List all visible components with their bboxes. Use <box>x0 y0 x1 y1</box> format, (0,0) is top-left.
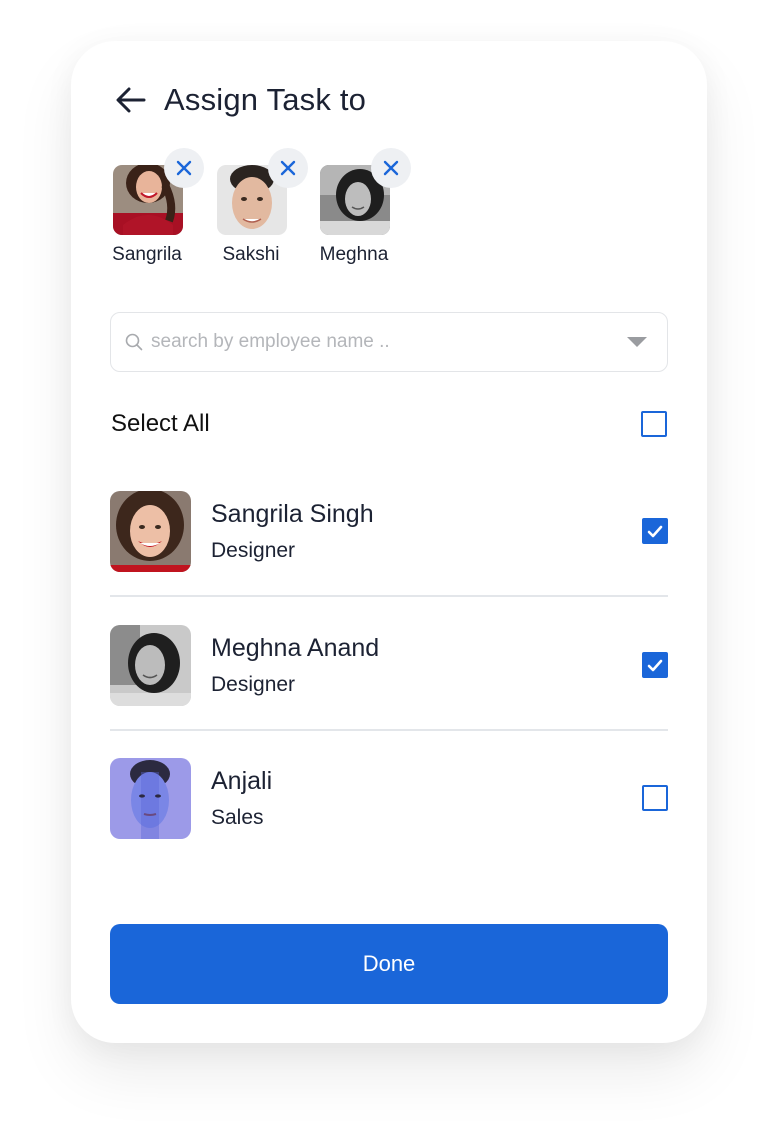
checkmark-icon <box>647 659 663 671</box>
employee-name: Meghna Anand <box>211 633 380 662</box>
chip-name: Meghna <box>319 244 389 265</box>
employee-avatar <box>110 490 191 572</box>
employee-role: Designer <box>211 672 296 696</box>
close-icon <box>176 160 192 176</box>
employee-role: Sales <box>211 805 264 829</box>
divider <box>110 595 668 597</box>
divider <box>110 729 668 731</box>
employee-avatar <box>110 757 191 839</box>
back-button[interactable] <box>114 83 148 117</box>
caret-down-icon[interactable] <box>627 337 647 347</box>
employee-name: Sangrila Singh <box>211 499 374 528</box>
employee-checkbox[interactable] <box>642 518 668 544</box>
remove-chip-button[interactable] <box>268 148 308 188</box>
employee-row[interactable]: Sangrila Singh Designer <box>110 490 668 572</box>
close-icon <box>383 160 399 176</box>
header: Assign Task to <box>114 80 366 120</box>
remove-chip-button[interactable] <box>371 148 411 188</box>
employee-row[interactable]: Meghna Anand Designer <box>110 624 668 706</box>
chip-name: Sakshi <box>222 244 280 265</box>
employee-search-field[interactable] <box>110 312 668 372</box>
select-all-label: Select All <box>111 410 210 437</box>
checkmark-icon <box>647 525 663 537</box>
select-all-checkbox[interactable] <box>641 411 667 437</box>
employee-role: Designer <box>211 538 296 562</box>
done-button[interactable]: Done <box>110 924 668 1004</box>
chip-name: Sangrila <box>112 244 182 265</box>
close-icon <box>280 160 296 176</box>
employee-row[interactable]: Anjali Sales <box>110 757 668 839</box>
remove-chip-button[interactable] <box>164 148 204 188</box>
employee-checkbox[interactable] <box>642 785 668 811</box>
employee-checkbox[interactable] <box>642 652 668 678</box>
search-icon <box>125 333 143 351</box>
arrow-left-icon <box>116 87 146 113</box>
page-title: Assign Task to <box>164 82 367 117</box>
employee-avatar <box>110 624 191 706</box>
employee-name: Anjali <box>211 766 273 795</box>
select-all-row: Select All <box>111 404 667 444</box>
search-input[interactable] <box>151 331 627 353</box>
